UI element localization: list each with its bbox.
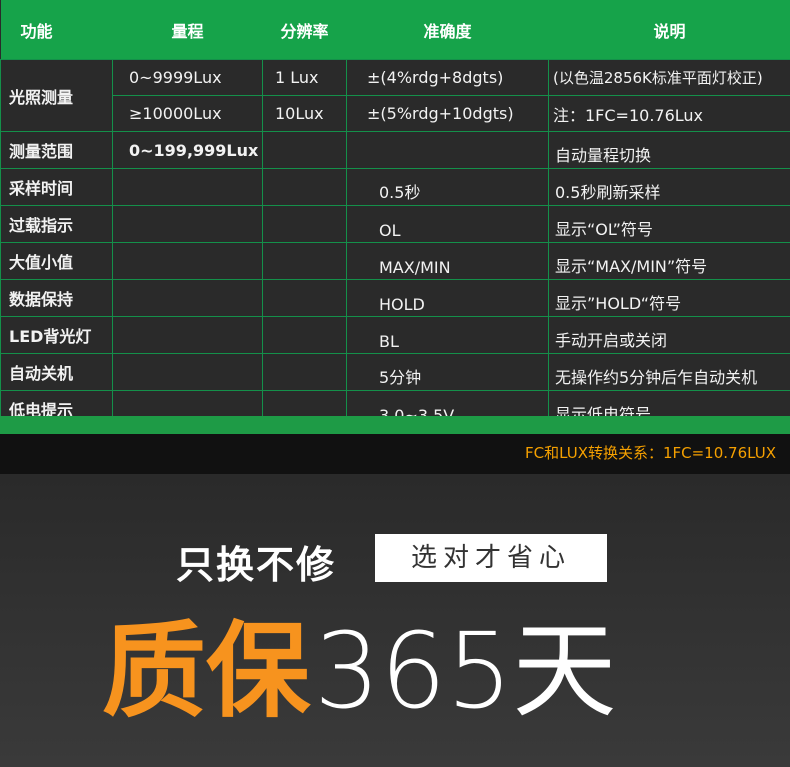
table-row: ≥10000Lux 10Lux ±(5%rdg+10dgts) 注：1FC=10… [1,95,790,132]
description-cell: 自动量程切换 [548,131,790,169]
accuracy-cell: 0.5秒 [346,168,549,206]
description-cell: 无操作约5分钟后乍自动关机 [548,353,790,391]
feature-overload: 过载指示 [0,205,113,243]
header-resolution: 分辨率 [262,0,347,60]
description-cell: 显示“OL”符号 [548,205,790,243]
warranty-headline: 质保365天 [102,586,617,737]
table-header-row: 功能 量程 分辨率 准确度 说明 [0,0,790,60]
table-row: 数据保持 HOLD 显示”HOLD“符号 [0,279,790,317]
header-accuracy: 准确度 [346,0,549,60]
range-cell [112,353,263,391]
accuracy-cell: BL [346,316,549,354]
feature-light: 光照测量 [0,59,113,132]
range-cell [112,316,263,354]
accuracy-cell: OL [346,205,549,243]
resolution-cell [262,353,347,391]
feature-hold: 数据保持 [0,279,113,317]
resolution-cell [262,168,347,206]
accuracy-cell: MAX/MIN [346,242,549,280]
range-cell [112,279,263,317]
table-row: 光照测量 0~9999Lux 1 Lux ±(4%rdg+8dgts) (以色温… [0,59,790,132]
resolution-cell [262,242,347,280]
range-cell: 0~199,999Lux [112,131,263,169]
table-row: 自动关机 5分钟 无操作约5分钟后乍自动关机 [0,353,790,391]
description-cell: 显示”HOLD“符号 [548,279,790,317]
feature-range: 测量范围 [0,131,113,169]
range-cell [112,168,263,206]
warranty-label: 质保 [102,610,311,732]
description-cell: 注：1FC=10.76Lux [548,95,790,132]
feature-autooff: 自动关机 [0,353,113,391]
range-cell [112,205,263,243]
resolution-cell: 10Lux [262,95,347,132]
accuracy-cell: ±(5%rdg+10dgts) [346,95,549,132]
slogan-sub: 选对才省心 [410,543,571,573]
warranty-days: 365天 [314,610,617,732]
resolution-cell [262,205,347,243]
resolution-cell: 1 Lux [262,59,347,96]
accuracy-cell: ±(4%rdg+8dgts) [346,59,549,96]
accuracy-cell: HOLD [346,279,549,317]
resolution-cell [262,316,347,354]
table-row: LED背光灯 BL 手动开启或关闭 [0,316,790,354]
range-cell: ≥10000Lux [112,95,263,132]
conversion-note: FC和LUX转换关系：1FC=10.76LUX [525,444,776,462]
header-description: 说明 [548,0,790,60]
table-row: 过载指示 OL 显示“OL”符号 [0,205,790,243]
description-cell: 0.5秒刷新采样 [548,168,790,206]
green-divider-band [0,416,790,434]
slogan-main: 只换不修 [176,543,337,587]
promo-banner: 只换不修 选对才省心 质保365天 [0,474,790,767]
header-range: 量程 [112,0,263,60]
feature-maxmin: 大值小值 [0,242,113,280]
resolution-cell [262,279,347,317]
accuracy-cell: 5分钟 [346,353,549,391]
spec-table-section: 功能 量程 分辨率 准确度 说明 光照测量 0~9999Lux 1 Lux ±(… [0,0,790,428]
conversion-bar: FC和LUX转换关系：1FC=10.76LUX [0,434,790,474]
range-cell [112,242,263,280]
description-cell: 手动开启或关闭 [548,316,790,354]
resolution-cell [262,131,347,169]
header-feature: 功能 [0,0,113,60]
table-row: 采样时间 0.5秒 0.5秒刷新采样 [0,168,790,206]
range-cell: 0~9999Lux [112,59,263,96]
table-row: 测量范围 0~199,999Lux 自动量程切换 [0,131,790,169]
spec-table: 功能 量程 分辨率 准确度 说明 光照测量 0~9999Lux 1 Lux ±(… [0,0,790,428]
accuracy-cell [346,131,549,169]
slogan-badge: 选对才省心 [375,534,607,582]
description-cell: (以色温2856K标准平面灯校正) [548,59,790,96]
feature-sample: 采样时间 [0,168,113,206]
description-cell: 显示“MAX/MIN”符号 [548,242,790,280]
feature-backlight: LED背光灯 [0,316,113,354]
table-row: 大值小值 MAX/MIN 显示“MAX/MIN”符号 [0,242,790,280]
